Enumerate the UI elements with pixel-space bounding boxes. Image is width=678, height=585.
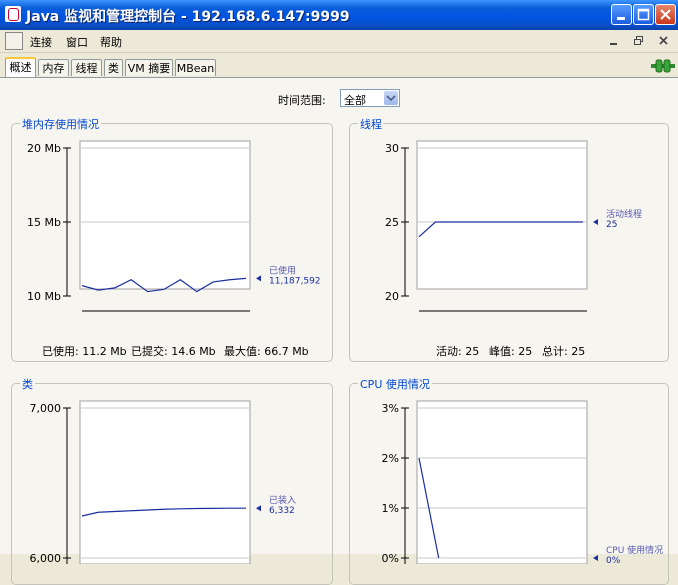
chart3-plot-area xyxy=(416,400,588,564)
chart0-plot-area xyxy=(79,140,251,290)
window-title: Java 监视和管理控制台 - 192.168.6.147:9999 xyxy=(26,9,350,25)
menu-bar: 连接 窗口 帮助 xyxy=(0,30,678,53)
chart1-plot-area xyxy=(416,140,588,290)
tab-threads[interactable]: 线程 xyxy=(71,59,102,76)
connection-status-icon xyxy=(651,59,675,73)
mdi-minimize-icon[interactable] xyxy=(605,32,623,50)
mdi-restore-icon[interactable] xyxy=(630,32,648,50)
chart3-value-marker xyxy=(593,555,598,561)
threads-peak-stat: 峰值: 25 xyxy=(489,345,533,358)
tab-mbean[interactable]: MBean xyxy=(175,59,216,76)
java-cup-icon[interactable] xyxy=(5,32,23,50)
chart1-tick-label: 20 xyxy=(385,290,399,303)
chart1-tick-label: 30 xyxy=(385,142,399,155)
time-range-value: 全部 xyxy=(344,94,366,107)
chart1-tick-label: 25 xyxy=(385,216,399,229)
heap-max-stat: 最大值: 66.7 Mb xyxy=(224,345,309,358)
chart3-tick-label: 1% xyxy=(382,502,399,515)
heap-chart: 20 Mb 15 Mb 10 Mb 已使用11,187,592 xyxy=(27,140,321,312)
mdi-close-icon[interactable] xyxy=(655,32,673,50)
maximize-button[interactable] xyxy=(633,4,654,25)
menu-help[interactable]: 帮助 xyxy=(100,34,122,50)
chart0-tick-label: 15 Mb xyxy=(27,216,61,229)
chart2-series-value: 6,332 xyxy=(269,506,295,516)
panel-threads: 线程 30 25 20 活动线程 25 活动: 25 峰值: 25 总计: 25 xyxy=(349,116,669,362)
chart1-series-label: 活动线程 xyxy=(606,208,642,220)
minimize-button[interactable] xyxy=(611,4,632,25)
chart1-value-marker xyxy=(593,219,598,225)
chart3-series-label: CPU 使用情况 xyxy=(606,544,663,556)
heap-committed-stat: 已提交: 14.6 Mb xyxy=(131,345,216,358)
chart1-series-value: 25 xyxy=(606,220,617,230)
time-range-label: 时间范围: xyxy=(278,94,326,107)
tab-classes[interactable]: 类 xyxy=(104,59,123,76)
chart3-tick-label: 3% xyxy=(382,402,399,415)
tab-vm-summary[interactable]: VM 摘要 xyxy=(125,59,173,76)
chart0-tick-label: 10 Mb xyxy=(27,290,61,303)
heap-used-stat: 已使用: 11.2 Mb xyxy=(42,345,127,358)
chart2-tick-label: 7,000 xyxy=(30,402,62,415)
chevron-down-icon[interactable] xyxy=(384,91,398,105)
chart2-series-label: 已装入 xyxy=(269,494,296,506)
threads-total-stat: 总计: 25 xyxy=(542,345,586,358)
panel-cpu: CPU 使用情况 3% 2% 1% 0% CPU 使用情况 0% xyxy=(349,376,669,585)
threads-live-stat: 活动: 25 xyxy=(436,345,480,358)
chart2-value-marker xyxy=(256,505,261,512)
tab-overview[interactable]: 概述 xyxy=(5,57,36,77)
title-bar[interactable]: Java 监视和管理控制台 - 192.168.6.147:9999 xyxy=(0,0,678,30)
panel-classes: 类 7,000 6,000 已装入 6,332 xyxy=(11,376,333,585)
menu-window[interactable]: 窗口 xyxy=(66,34,88,50)
tab-memory[interactable]: 内存 xyxy=(38,59,69,76)
menu-connection[interactable]: 连接 xyxy=(30,34,52,50)
cpu-chart: 3%2%1%0%CPU 使用情况0% xyxy=(382,400,663,564)
chart0-series-value: 11,187,592 xyxy=(269,276,321,286)
chart0-series-label: 已使用 xyxy=(269,264,296,276)
time-range-select[interactable]: 全部 xyxy=(340,89,400,107)
chart2-plot-area xyxy=(79,400,251,564)
chart3-series-value: 0% xyxy=(606,556,621,564)
overview-content: 时间范围: 全部 堆内存使用情况 20 Mb 15 Mb 10 Mb 已使用 11,18… xyxy=(0,78,678,585)
close-button[interactable] xyxy=(655,4,676,25)
chart3-tick-label: 2% xyxy=(382,452,399,465)
java-app-icon xyxy=(5,6,21,22)
threads-chart: 302520活动线程25 xyxy=(385,140,642,312)
tab-bar: 概述 内存 线程 类 VM 摘要 MBean xyxy=(0,54,678,78)
panel-heap: 堆内存使用情况 20 Mb 15 Mb 10 Mb 已使用 11,187,592 已使用… xyxy=(11,116,333,362)
classes-chart: 7,0006,000已装入6,332 xyxy=(30,400,296,564)
chart0-value-marker xyxy=(256,275,261,282)
chart0-tick-label: 20 Mb xyxy=(27,142,61,155)
